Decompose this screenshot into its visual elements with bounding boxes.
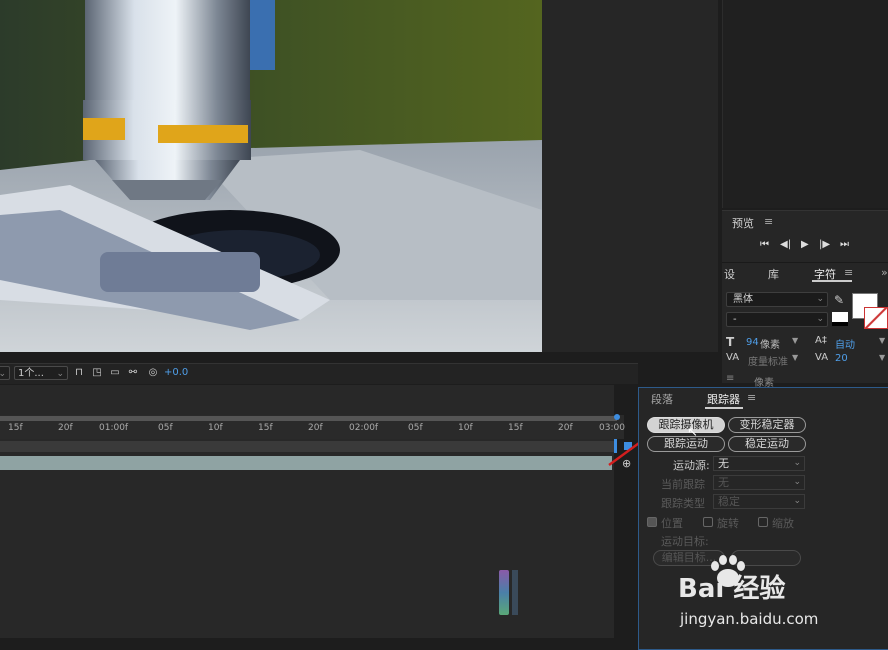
composition-viewer[interactable]	[0, 0, 542, 352]
first-frame-icon[interactable]: ⏮	[760, 239, 769, 250]
mouse-cursor: ↖	[687, 425, 698, 440]
current-track-select[interactable]: 无 ⌄	[713, 475, 805, 490]
tracking-value[interactable]: 20	[835, 353, 848, 364]
track-motion-button[interactable]: 跟踪运动	[647, 436, 725, 452]
track-camera-button[interactable]: 跟踪摄像机	[647, 417, 725, 433]
watermark-brand: Bai 经验	[678, 574, 786, 604]
font-size-icon: T	[726, 335, 735, 349]
channel-icon[interactable]: ▭	[109, 367, 121, 379]
tab-tracker[interactable]: 跟踪器	[707, 391, 740, 407]
font-size-unit: 像素	[760, 340, 780, 351]
exposure-icon[interactable]: ◎	[147, 367, 159, 379]
ruler-tick: 01:00f	[99, 423, 129, 433]
track-type-select[interactable]: 稳定 ⌄	[713, 494, 805, 509]
motion-source-value: 无	[718, 457, 729, 470]
exposure-value[interactable]: +0.0	[164, 367, 188, 378]
preview-panel: 预览 ≡ ⏮ ◀| ▶ |▶ ⏭	[722, 210, 888, 263]
ruler-tick: 05f	[158, 423, 173, 433]
character-menu-icon[interactable]: ≡	[844, 266, 853, 279]
viewer-background	[542, 0, 718, 352]
ruler-tick: 15f	[508, 423, 523, 433]
tab-settings[interactable]: 设	[724, 266, 735, 282]
ruler-tick: 20f	[58, 423, 73, 433]
rotation-label: 旋转	[717, 517, 739, 530]
stroke-color-swatch[interactable]	[864, 307, 888, 329]
stroke-width-icon: ≡	[726, 373, 735, 384]
font-family-select[interactable]: 黑体 ⌄	[726, 292, 828, 307]
stabilize-motion-button[interactable]: 稳定运动	[728, 436, 806, 452]
position-label: 位置	[661, 517, 683, 530]
view-count-dropdown[interactable]: 1个... ⌄	[14, 366, 68, 380]
prev-frame-icon[interactable]: ◀|	[780, 239, 791, 250]
motion-target-label: 运动目标:	[661, 535, 709, 548]
tracking-chevron-icon[interactable]: ▼	[879, 353, 885, 362]
ruler-tick: 15f	[258, 423, 273, 433]
motion-source-select[interactable]: 无 ⌄	[713, 456, 805, 471]
comp-track-bar[interactable]	[0, 441, 617, 452]
eyedropper-icon[interactable]: ✎	[834, 293, 844, 307]
preview-title: 预览	[732, 217, 754, 230]
kerning-chevron-icon[interactable]: ▼	[792, 353, 798, 362]
view-count-label: 1个...	[18, 368, 44, 379]
ruler-tick: 05f	[408, 423, 423, 433]
info-panel	[722, 0, 888, 208]
baidu-jingyan-watermark: Bai 经验 jingyan.baidu.com	[668, 548, 888, 650]
leading-icon: A‡	[815, 335, 827, 346]
current-track-value: 无	[718, 476, 729, 489]
character-panel: 设 库 字符 ≡ » 黑体 ⌄ - ⌄ ✎ T 94 像素 ▼ A‡ 自动 ▼ VA…	[722, 262, 888, 389]
scale-label: 缩放	[772, 517, 794, 530]
leading-value[interactable]: 自动	[835, 336, 855, 351]
layer-duration-bar[interactable]	[0, 456, 612, 470]
microscope-frame	[0, 0, 542, 352]
ruler-tick: 15f	[8, 423, 23, 433]
active-tab-underline	[812, 280, 852, 282]
tracker-menu-icon[interactable]: ≡	[747, 391, 756, 404]
grid-icon[interactable]: ⊓	[73, 367, 85, 379]
position-checkbox[interactable]	[647, 517, 657, 527]
ruler-tick: 10f	[458, 423, 473, 433]
snapshot-icon[interactable]: ◳	[91, 367, 103, 379]
warp-stabilizer-button[interactable]: 变形稳定器	[728, 417, 806, 433]
track-type-value: 稳定	[718, 495, 740, 508]
font-size-chevron-icon[interactable]: ▼	[792, 336, 798, 345]
font-style-select[interactable]: - ⌄	[726, 312, 828, 327]
tab-paragraph[interactable]: 段落	[651, 391, 673, 407]
overflow-icon[interactable]: »	[881, 266, 888, 279]
font-family-value: 黑体	[733, 294, 753, 305]
flowchart-icon[interactable]: ⚯	[127, 367, 139, 379]
ruler-tick: 20f	[558, 423, 573, 433]
ruler-tick: 20f	[308, 423, 323, 433]
leading-chevron-icon[interactable]: ▼	[879, 336, 885, 345]
viewer-toolbar: ⌄ 1个... ⌄ ⊓ ◳ ▭ ⚯ ◎ +0.0	[0, 363, 638, 384]
kerning-value[interactable]: 度量标准	[748, 353, 788, 368]
next-frame-icon[interactable]: |▶	[819, 239, 830, 250]
zoom-slider-track[interactable]	[499, 570, 509, 615]
last-frame-icon[interactable]: ⏭	[840, 239, 849, 250]
play-icon[interactable]: ▶	[801, 239, 809, 250]
zoom-slider-handle[interactable]	[512, 570, 518, 615]
rotation-checkbox[interactable]	[703, 517, 713, 527]
active-tab-underline	[705, 407, 743, 409]
motion-source-label: 运动源:	[673, 459, 710, 472]
ruler-tick: 02:00f	[349, 423, 379, 433]
tracking-icon: VA	[815, 352, 829, 363]
ruler-tick: 10f	[208, 423, 223, 433]
font-style-value: -	[733, 314, 737, 325]
current-track-label: 当前跟踪	[661, 478, 705, 491]
track-type-label: 跟踪类型	[661, 497, 705, 510]
scale-checkbox[interactable]	[758, 517, 768, 527]
resolution-dropdown[interactable]: ⌄	[0, 366, 10, 380]
tab-library[interactable]: 库	[768, 266, 779, 282]
watermark-url: jingyan.baidu.com	[680, 610, 819, 628]
font-size-value[interactable]: 94	[746, 337, 759, 348]
preview-menu-icon[interactable]: ≡	[764, 215, 773, 228]
work-area-bar[interactable]	[0, 416, 617, 421]
black-white-swatch[interactable]	[832, 312, 848, 326]
kerning-icon: VA	[726, 352, 740, 363]
